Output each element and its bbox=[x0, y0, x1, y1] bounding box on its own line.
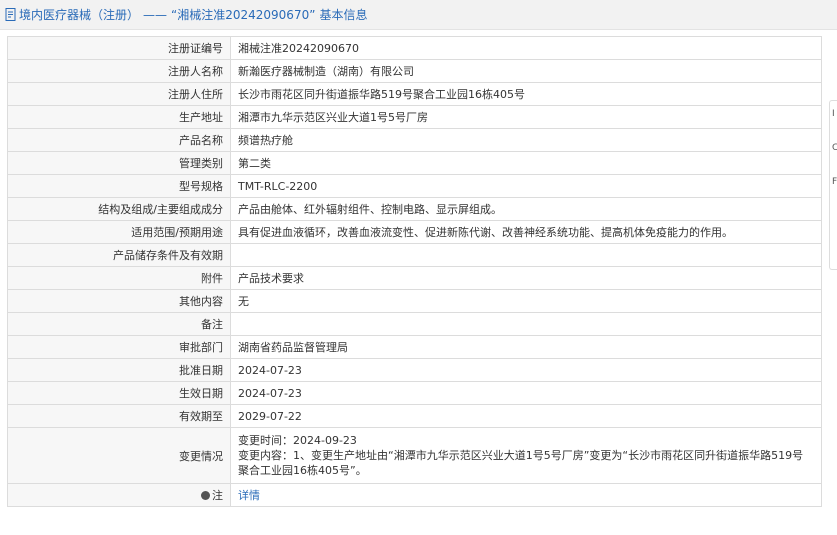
details-link[interactable]: 详情 bbox=[238, 489, 260, 502]
category-link[interactable]: 境内医疗器械（注册） bbox=[19, 6, 139, 23]
field-label: 有效期至 bbox=[7, 404, 231, 428]
table-row: 产品名称 频谱热疗舱 bbox=[7, 128, 822, 152]
header-separator: —— bbox=[143, 7, 168, 22]
field-label: 生效日期 bbox=[7, 381, 231, 405]
basic-info-label: 基本信息 bbox=[319, 8, 368, 22]
table-row: 生效日期 2024-07-23 bbox=[7, 381, 822, 405]
side-toolbar-item[interactable]: C bbox=[832, 143, 837, 153]
side-toolbar-item[interactable]: I bbox=[832, 109, 835, 119]
field-label: 型号规格 bbox=[7, 174, 231, 198]
field-value: 频谱热疗舱 bbox=[230, 128, 822, 152]
field-value: 产品技术要求 bbox=[230, 266, 822, 290]
field-value: 长沙市雨花区同升街道振华路519号聚合工业园16栋405号 bbox=[230, 82, 822, 106]
field-label: 结构及组成/主要组成成分 bbox=[7, 197, 231, 221]
table-row: 有效期至 2029-07-22 bbox=[7, 404, 822, 428]
table-row: 结构及组成/主要组成成分 产品由舱体、红外辐射组件、控制电路、显示屏组成。 bbox=[7, 197, 822, 221]
field-label: 产品储存条件及有效期 bbox=[7, 243, 231, 267]
field-label: 注册人名称 bbox=[7, 59, 231, 83]
field-label: 其他内容 bbox=[7, 289, 231, 313]
field-value bbox=[230, 312, 822, 336]
field-label: 注册人住所 bbox=[7, 82, 231, 106]
field-value: 具有促进血液循环，改善血液流变性、促进新陈代谢、改善神经系统功能、提高机体免疫能… bbox=[230, 220, 822, 244]
field-value: 无 bbox=[230, 289, 822, 313]
field-value: 第二类 bbox=[230, 151, 822, 175]
table-row: 其他内容无 bbox=[7, 289, 822, 313]
table-row: 注册人住所 长沙市雨花区同升街道振华路519号聚合工业园16栋405号 bbox=[7, 82, 822, 106]
note-label: 注 bbox=[212, 489, 223, 502]
field-value: 湘潭市九华示范区兴业大道1号5号厂房 bbox=[230, 105, 822, 129]
field-value: 2024-07-23 bbox=[230, 358, 822, 382]
field-label: 批准日期 bbox=[7, 358, 231, 382]
field-label: 审批部门 bbox=[7, 335, 231, 359]
field-label: 备注 bbox=[7, 312, 231, 336]
field-label: 变更情况 bbox=[7, 427, 231, 484]
table-row: 生产地址 湘潭市九华示范区兴业大道1号5号厂房 bbox=[7, 105, 822, 129]
field-value bbox=[230, 243, 822, 267]
field-value: 2024-07-23 bbox=[230, 381, 822, 405]
table-row: 注册人名称 新瀚医疗器械制造（湖南）有限公司 bbox=[7, 59, 822, 83]
field-label: 注 bbox=[7, 483, 231, 507]
field-label: 生产地址 bbox=[7, 105, 231, 129]
side-toolbar-item[interactable]: F bbox=[832, 177, 837, 187]
table-row: 管理类别 第二类 bbox=[7, 151, 822, 175]
table-row: 备注 bbox=[7, 312, 822, 336]
table-row: 型号规格 TMT-RLC-2200 bbox=[7, 174, 822, 198]
table-row: 审批部门 湖南省药品监督管理局 bbox=[7, 335, 822, 359]
note-row: 注 详情 bbox=[7, 483, 822, 507]
table-row: 产品储存条件及有效期 bbox=[7, 243, 822, 267]
detail-table: 注册证编号 湘械注准20242090670 注册人名称 新瀚医疗器械制造（湖南）有限公… bbox=[7, 36, 822, 507]
field-label: 管理类别 bbox=[7, 151, 231, 175]
field-value: 产品由舱体、红外辐射组件、控制电路、显示屏组成。 bbox=[230, 197, 822, 221]
field-value: 详情 bbox=[230, 483, 822, 507]
table-row: 附件 产品技术要求 bbox=[7, 266, 822, 290]
field-label: 附件 bbox=[7, 266, 231, 290]
field-label: 适用范围/预期用途 bbox=[7, 220, 231, 244]
side-toolbar[interactable]: I C F bbox=[829, 100, 837, 270]
info-bulb-icon bbox=[201, 491, 210, 500]
change-history-value: 变更时间：2024-09-23 变更内容：1、变更生产地址由“湘潭市九华示范区兴业… bbox=[230, 427, 822, 484]
field-value: 2029-07-22 bbox=[230, 404, 822, 428]
change-time: 变更时间：2024-09-23 bbox=[238, 434, 357, 447]
field-value: 湖南省药品监督管理局 bbox=[230, 335, 822, 359]
field-label: 产品名称 bbox=[7, 128, 231, 152]
table-row: 适用范围/预期用途 具有促进血液循环，改善血液流变性、促进新陈代谢、改善神经系统功… bbox=[7, 220, 822, 244]
change-history-row: 变更情况 变更时间：2024-09-23 变更内容：1、变更生产地址由“湘潭市九华示… bbox=[7, 427, 822, 484]
field-value: 新瀚医疗器械制造（湖南）有限公司 bbox=[230, 59, 822, 83]
document-icon bbox=[5, 8, 16, 21]
page-header: 境内医疗器械（注册） —— “湘械注准20242090670” 基本信息 bbox=[0, 0, 837, 30]
change-content: 变更内容：1、变更生产地址由“湘潭市九华示范区兴业大道1号5号厂房”变更为“长沙… bbox=[238, 449, 804, 477]
table-row: 批准日期 2024-07-23 bbox=[7, 358, 822, 382]
registration-number-title: “湘械注准20242090670” bbox=[171, 8, 316, 22]
field-value: 湘械注准20242090670 bbox=[230, 36, 822, 60]
table-row: 注册证编号 湘械注准20242090670 bbox=[7, 36, 822, 60]
field-value: TMT-RLC-2200 bbox=[230, 174, 822, 198]
field-label: 注册证编号 bbox=[7, 36, 231, 60]
